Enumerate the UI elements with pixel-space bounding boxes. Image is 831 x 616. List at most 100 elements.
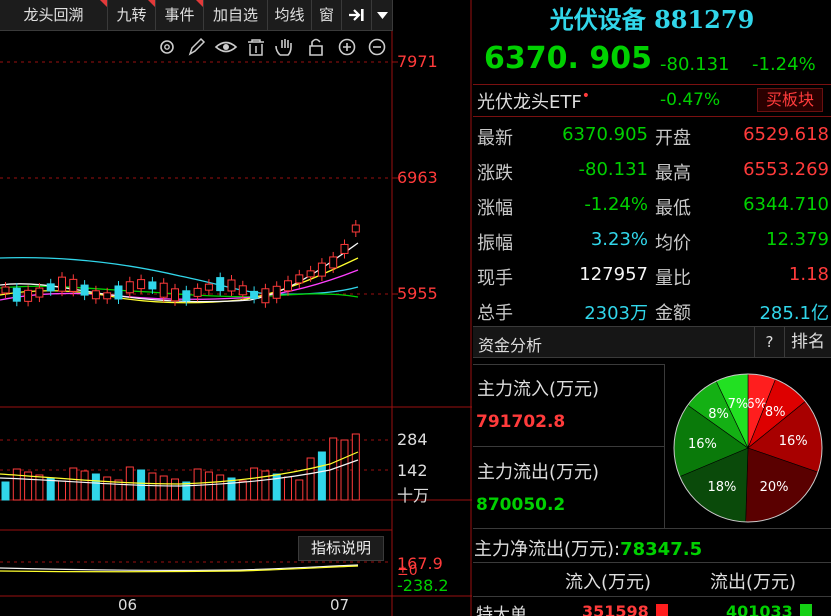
main-outflow-label: 主力流出(万元) — [477, 462, 600, 483]
pie-slice-label: 18% — [708, 480, 737, 495]
volume-bar — [317, 451, 326, 501]
quote-row: 涨幅 -1.24% 最低 6344.710 — [473, 188, 831, 223]
quote-label: 开盘 — [655, 128, 691, 149]
super-large-inflow: 351598 — [582, 602, 649, 616]
candle-body — [69, 278, 78, 292]
quote-row: 现手 127957 量比 1.18 — [473, 258, 831, 293]
quote-value: 285.1亿 — [759, 303, 829, 324]
volume-bar — [261, 470, 270, 501]
fund-header: 资金分析 ? 排名 — [473, 326, 831, 358]
price-change: -80.131 — [660, 54, 730, 75]
volume-bar — [69, 467, 78, 501]
volume-bar — [125, 466, 134, 501]
volume-bars — [1, 433, 360, 501]
quote-value: 2303万 — [584, 303, 648, 324]
candle-body — [250, 290, 259, 299]
candle-body — [193, 287, 202, 297]
net-outflow-label: 主力净流出(万元): — [474, 539, 621, 560]
main-outflow-value: 870050.2 — [476, 495, 566, 515]
candle-body — [103, 292, 112, 300]
quote-label: 振幅 — [477, 233, 513, 254]
candle-body — [148, 281, 157, 290]
volume-bar — [171, 478, 179, 501]
indicator-line-white — [0, 564, 359, 571]
volume-bar — [250, 467, 259, 501]
volume-bar — [295, 479, 304, 501]
volume-bar — [238, 480, 247, 501]
candle-body — [227, 279, 236, 292]
help-button[interactable]: ? — [754, 327, 784, 357]
candle-body — [46, 283, 55, 292]
candle-body — [12, 287, 21, 302]
candle-body — [317, 262, 326, 277]
quote-label: 最高 — [655, 163, 691, 184]
outflow-bar — [800, 604, 812, 616]
quote-value: 3.23% — [590, 229, 648, 250]
price-tick-mid: 6963 — [397, 168, 438, 187]
pie-slice-label: 8% — [708, 407, 729, 422]
quote-value: 12.379 — [766, 229, 829, 250]
quote-row: 最新 6370.905 开盘 6529.618 — [473, 118, 831, 153]
kline-chart[interactable] — [0, 0, 472, 616]
net-outflow-row: 主力净流出(万元):78347.5 — [474, 535, 702, 561]
pie-slice-label: 8% — [765, 405, 786, 420]
candle-body — [204, 283, 213, 291]
volume-bar — [58, 480, 66, 501]
volume-tick-high: 284 — [397, 430, 428, 449]
volume-bar — [340, 439, 349, 501]
pie-slice-label: 16% — [688, 437, 717, 452]
quote-value: 6553.269 — [743, 159, 829, 180]
volume-tick-mid: 142 — [397, 461, 428, 480]
candle-body — [24, 289, 33, 302]
volume-bar — [182, 481, 191, 501]
price-tick-low: 5955 — [397, 284, 438, 303]
col-header-outflow: 流出(万元) — [710, 572, 797, 593]
etf-dot: • — [581, 88, 590, 104]
quote-value: 6529.618 — [743, 124, 829, 145]
volume-bar — [103, 476, 112, 501]
volume-bar — [204, 471, 213, 501]
quote-label: 最低 — [655, 198, 691, 219]
quote-label: 最新 — [477, 128, 513, 149]
quote-value: 6370.905 — [562, 124, 648, 145]
etf-name: 光伏龙头ETF — [477, 92, 582, 113]
etf-change-pct: -0.47% — [660, 90, 721, 110]
sector-title: 光伏设备 881279 — [549, 5, 755, 34]
candle-body — [216, 277, 225, 292]
candle-body — [80, 284, 89, 296]
volume-bar — [91, 473, 100, 501]
quote-label: 金额 — [655, 303, 691, 324]
buy-sector-button[interactable]: 买板块 — [757, 88, 823, 112]
rank-button[interactable]: 排名 — [784, 327, 831, 357]
candle-body — [182, 290, 191, 302]
volume-bar — [193, 468, 202, 501]
current-price: 6370. 905 — [484, 41, 652, 76]
main-inflow-value: 791702.8 — [476, 412, 566, 432]
indicator-tick-low: -238.2 — [397, 576, 449, 595]
candle-body — [159, 282, 168, 298]
volume-bar — [12, 468, 21, 501]
volume-bar — [284, 476, 292, 501]
volume-bar — [80, 470, 89, 501]
quote-label: 现手 — [477, 268, 513, 289]
candle-body — [340, 243, 349, 254]
candle-body — [306, 270, 315, 278]
candle-body — [91, 290, 100, 300]
volume-bar — [351, 433, 360, 501]
quote-value: -1.24% — [584, 194, 648, 215]
volume-bar — [216, 474, 225, 501]
price-tick-high: 7971 — [397, 52, 438, 71]
pie-slice-label: 20% — [760, 480, 789, 495]
etf-link[interactable]: 光伏龙头ETF• — [477, 88, 590, 114]
volume-bar — [114, 479, 123, 501]
main-inflow-label: 主力流入(万元) — [477, 379, 600, 400]
candle-body — [58, 276, 66, 292]
candle-body — [329, 256, 338, 269]
candle-body — [125, 281, 134, 294]
quote-row: 振幅 3.23% 均价 12.379 — [473, 223, 831, 258]
volume-bar — [159, 475, 168, 501]
inflow-bar — [656, 604, 668, 616]
quote-label: 量比 — [655, 268, 691, 289]
indicator-explain-button[interactable]: 指标说明 — [298, 536, 384, 561]
quote-value: -80.131 — [578, 159, 648, 180]
